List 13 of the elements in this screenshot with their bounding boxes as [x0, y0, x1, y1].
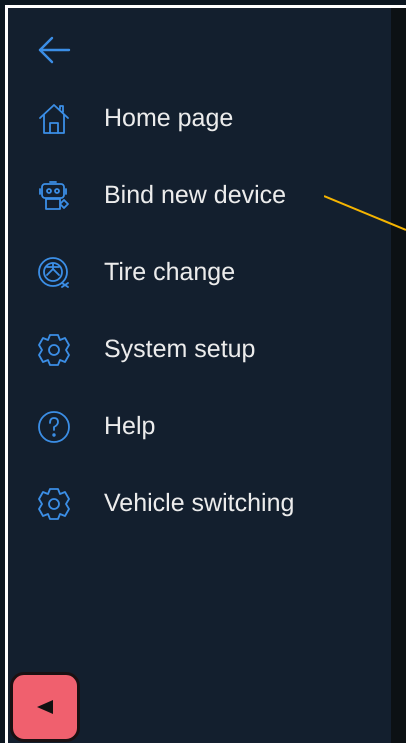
help-icon — [36, 408, 72, 444]
triangle-left-icon — [36, 698, 54, 716]
settings-icon — [36, 332, 72, 368]
menu-item[interactable]: Home page — [104, 100, 234, 138]
menu-item[interactable]: Vehicle switching — [104, 484, 294, 522]
menu-item[interactable]: Tire change — [104, 254, 236, 292]
back-arrow-icon — [36, 34, 72, 66]
collapse-button[interactable] — [10, 672, 80, 742]
settings-icon — [36, 486, 72, 522]
menu-item[interactable]: Bind new device — [104, 176, 286, 214]
menu-item[interactable]: System setup — [104, 330, 256, 368]
wheel-icon — [36, 254, 72, 290]
menu-item[interactable]: Help — [104, 408, 156, 446]
